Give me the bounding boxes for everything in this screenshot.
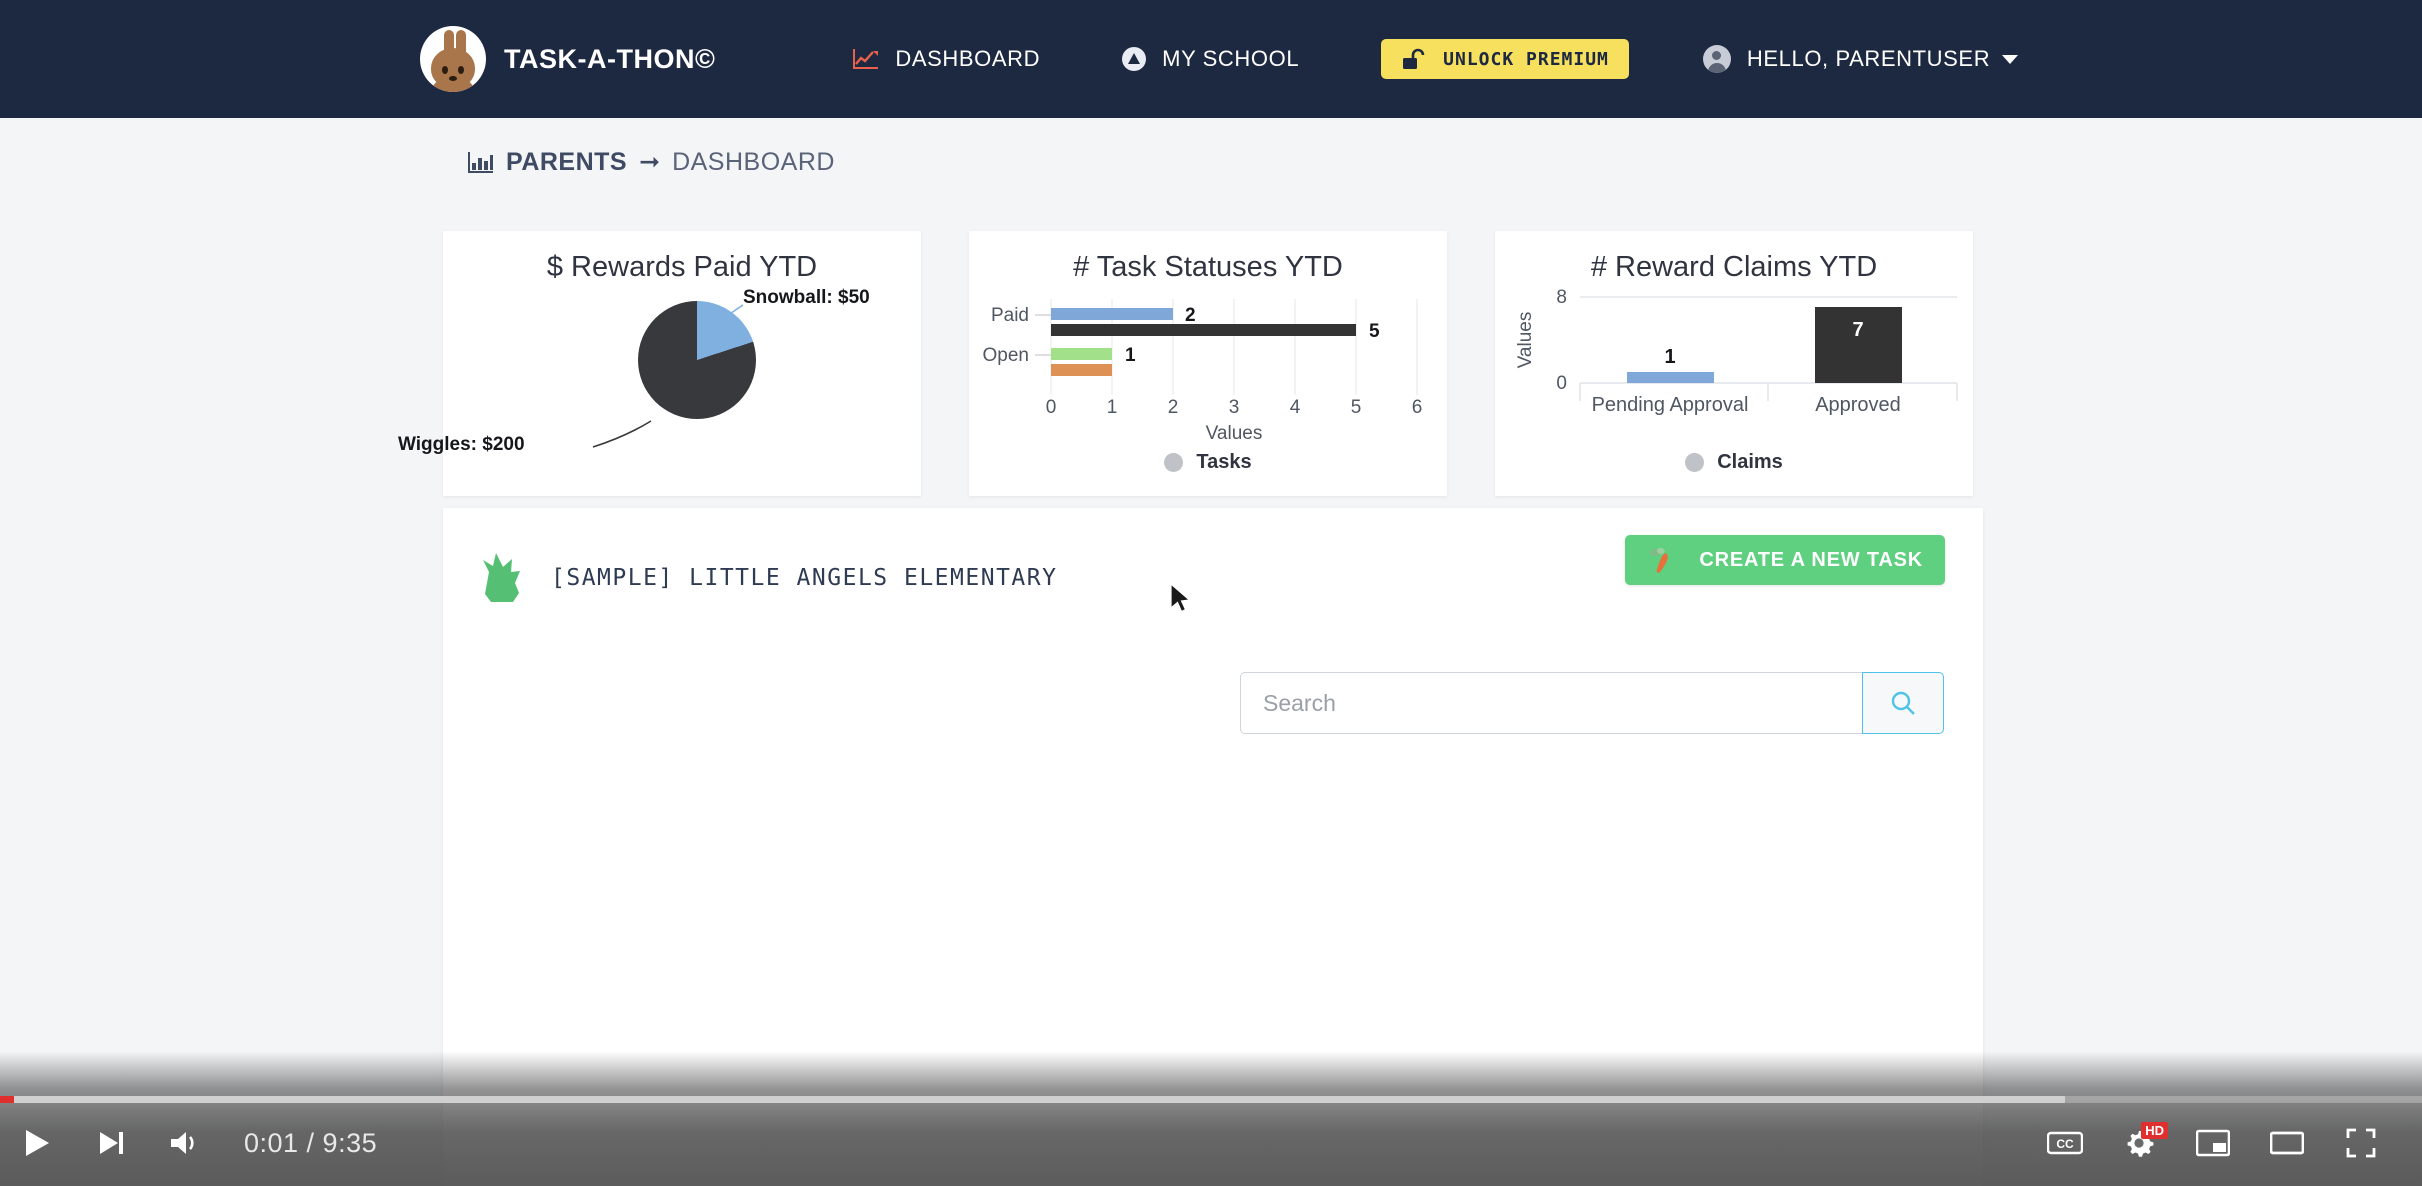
svg-text:2: 2 [1168,397,1179,418]
chart-legend-claims: Claims [1495,451,1973,474]
nav-item-dashboard-label: DASHBOARD [895,46,1041,71]
video-control-bar: 0:01 / 9:35 CC HD [0,1096,2422,1186]
video-left-controls: 0:01 / 9:35 [0,1114,377,1172]
page-root: TASK-A-THON© DASHBOARD MY SCHOOL UNLOCK … [0,0,2422,1186]
pie-chart [638,301,756,419]
bar-chart-icon [468,150,494,174]
video-right-controls: CC HD [2028,1114,2398,1172]
task-statuses-bar-chart: Paid Open 2 5 1 0 1 2 3 4 5 6 Values [983,299,1423,443]
line-chart-icon [853,48,879,70]
unlock-premium-button[interactable]: UNLOCK PREMIUM [1381,39,1629,79]
brand-name: TASK-A-THON© [504,43,716,74]
avatar-icon [1702,45,1731,73]
svg-text:1: 1 [1664,346,1675,368]
nav-item-dashboard[interactable]: DASHBOARD [853,46,1040,72]
nav-item-my-school[interactable]: MY SCHOOL [1122,46,1299,72]
miniplayer-button[interactable] [2176,1114,2250,1172]
settings-button[interactable]: HD [2102,1114,2176,1172]
pie-chart-area: Snowball: $50 Wiggles: $200 [398,287,921,467]
user-menu-label: HELLO, PARENTUSER [1746,46,1991,71]
pie-label-snowball: Snowball: $50 [743,287,870,308]
legend-dot-icon [1164,453,1184,472]
school-header: [SAMPLE] LITTLE ANGELS ELEMENTARY [479,550,1057,606]
svg-text:3: 3 [1229,397,1240,418]
chart-title-rewards-paid: $ Rewards Paid YTD [546,251,818,283]
legend-label-tasks: Tasks [1196,451,1252,473]
svg-text:4: 4 [1290,397,1301,418]
chart-title-task-statuses: # Task Statuses YTD [1073,251,1343,283]
svg-text:Paid: Paid [991,305,1029,326]
svg-text:1: 1 [1125,345,1136,366]
svg-text:8: 8 [1556,287,1567,308]
next-button[interactable] [74,1114,148,1172]
search-button[interactable] [1862,672,1944,734]
brand-logo[interactable]: TASK-A-THON© [420,26,715,92]
bunny-logo-icon [420,26,486,92]
reward-claims-bar-chart: 8 0 Values 1 7 Pending Approval Approved [1515,287,1958,416]
play-button[interactable] [0,1114,74,1172]
carrot-icon [1647,545,1681,575]
captions-button[interactable]: CC [2028,1114,2102,1172]
svg-text:5: 5 [1351,397,1362,418]
hd-badge: HD [2141,1122,2168,1139]
svg-text:0: 0 [1556,373,1567,394]
svg-text:0: 0 [1046,397,1057,418]
create-new-task-label: CREATE A NEW TASK [1699,548,1923,571]
unlock-icon [1401,48,1425,70]
school-name: [SAMPLE] LITTLE ANGELS ELEMENTARY [551,565,1058,591]
fullscreen-button[interactable] [2324,1114,2398,1172]
school-icon [1122,47,1147,71]
svg-text:2: 2 [1185,305,1196,326]
svg-text:5: 5 [1369,321,1380,342]
svg-text:Values: Values [1206,423,1263,443]
search-bar [1240,672,1944,734]
legend-dot-icon [1685,453,1705,472]
volume-button[interactable] [148,1114,222,1172]
breadcrumb: PARENTS ➞ DASHBOARD [468,147,835,177]
legend-label-claims: Claims [1717,451,1783,473]
svg-text:6: 6 [1412,397,1423,418]
breadcrumb-arrow: ➞ [639,148,661,176]
chart-title-reward-claims: # Reward Claims YTD [1590,251,1878,283]
nav-items: DASHBOARD MY SCHOOL [853,46,1381,72]
breadcrumb-root[interactable]: PARENTS [506,148,627,177]
svg-text:CC: CC [2056,1137,2074,1151]
theater-button[interactable] [2250,1114,2324,1172]
nav-item-my-school-label: MY SCHOOL [1162,46,1300,71]
chart-cards: $ Rewards Paid YTD Snowball: $50 Wiggles… [398,231,1973,496]
svg-text:Open: Open [983,345,1029,366]
video-time-display: 0:01 / 9:35 [244,1127,378,1158]
chart-legend-tasks: Tasks [969,451,1447,474]
chart-card-reward-claims: # Reward Claims YTD 8 0 Values 1 7 Pendi… [1495,231,1973,496]
breadcrumb-current: DASHBOARD [672,147,835,176]
user-menu[interactable]: HELLO, PARENTUSER [1702,45,2019,73]
hand-pointer-icon [479,550,525,606]
video-played-bar [0,1096,14,1103]
pie-label-wiggles: Wiggles: $200 [398,434,525,455]
chart-card-rewards-paid: $ Rewards Paid YTD Snowball: $50 Wiggles… [398,231,921,496]
top-navigation-bar: TASK-A-THON© DASHBOARD MY SCHOOL UNLOCK … [0,0,2422,118]
svg-text:Values: Values [1515,312,1536,369]
chart-card-task-statuses: # Task Statuses YTD Paid Open 2 5 1 0 1 … [969,231,1447,496]
chevron-down-icon [2002,54,2019,64]
unlock-premium-label: UNLOCK PREMIUM [1443,48,1609,70]
svg-text:Approved: Approved [1815,394,1901,416]
video-buffered-bar [0,1096,2065,1103]
tasks-panel: [SAMPLE] LITTLE ANGELS ELEMENTARY CREATE… [443,508,1983,1186]
search-icon [1891,691,1915,715]
video-progress-bar[interactable] [0,1096,2422,1103]
search-input[interactable] [1240,672,1862,734]
create-new-task-button[interactable]: CREATE A NEW TASK [1625,535,1945,585]
svg-text:1: 1 [1107,397,1118,418]
svg-text:7: 7 [1852,319,1863,341]
svg-text:Pending Approval: Pending Approval [1592,394,1749,416]
